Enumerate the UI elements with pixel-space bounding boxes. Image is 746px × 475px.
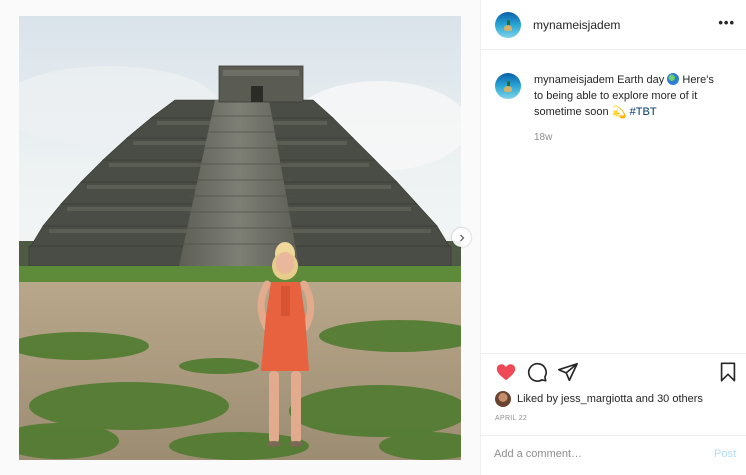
dizzy-icon: 💫	[611, 105, 627, 119]
caption-text: mynameisjadem Earth day Here's to being …	[534, 72, 724, 120]
next-photo-button[interactable]	[452, 228, 471, 247]
share-button[interactable]	[557, 361, 579, 383]
liked-by-prefix: Liked by	[517, 393, 558, 405]
post-sidebar: mynameisjadem ••• mynameisjadem Earth da…	[480, 0, 746, 475]
action-bar	[495, 361, 739, 385]
pyramid-photo	[19, 16, 461, 460]
divider	[481, 435, 746, 436]
hashtag-link[interactable]: #TBT	[630, 106, 657, 118]
username-link[interactable]: mynameisjadem	[533, 18, 620, 32]
like-button[interactable]	[495, 361, 517, 383]
caption-part1: Earth day	[617, 74, 665, 86]
post-header: mynameisjadem •••	[481, 0, 746, 50]
chevron-right-icon	[459, 234, 464, 241]
comment-input[interactable]	[494, 444, 694, 464]
post-date: APRIL 22	[495, 415, 528, 422]
likes-summary: Liked by jess_margiotta and 30 others	[495, 390, 703, 408]
liker-username[interactable]: jess_margiotta	[561, 393, 633, 405]
post-photo[interactable]	[19, 16, 461, 460]
comment-button[interactable]	[526, 361, 548, 383]
divider	[481, 353, 746, 354]
avatar[interactable]	[495, 11, 521, 38]
post-view: mynameisjadem ••• mynameisjadem Earth da…	[0, 0, 746, 475]
others-link[interactable]: and 30 others	[636, 393, 703, 405]
comment-bubble-icon	[527, 362, 547, 382]
post-comment-button[interactable]: Post	[714, 448, 736, 460]
heart-filled-icon	[496, 364, 516, 381]
caption-username[interactable]: mynameisjadem	[534, 74, 614, 86]
bookmark-icon	[720, 362, 736, 382]
caption: mynameisjadem Earth day Here's to being …	[495, 72, 735, 120]
liker-avatar[interactable]	[495, 391, 511, 407]
post-age: 18w	[534, 132, 553, 143]
paper-plane-icon	[558, 362, 578, 382]
caption-avatar[interactable]	[495, 73, 521, 99]
globe-icon	[667, 73, 680, 85]
save-button[interactable]	[717, 361, 739, 383]
more-options-icon[interactable]: •••	[718, 16, 735, 29]
